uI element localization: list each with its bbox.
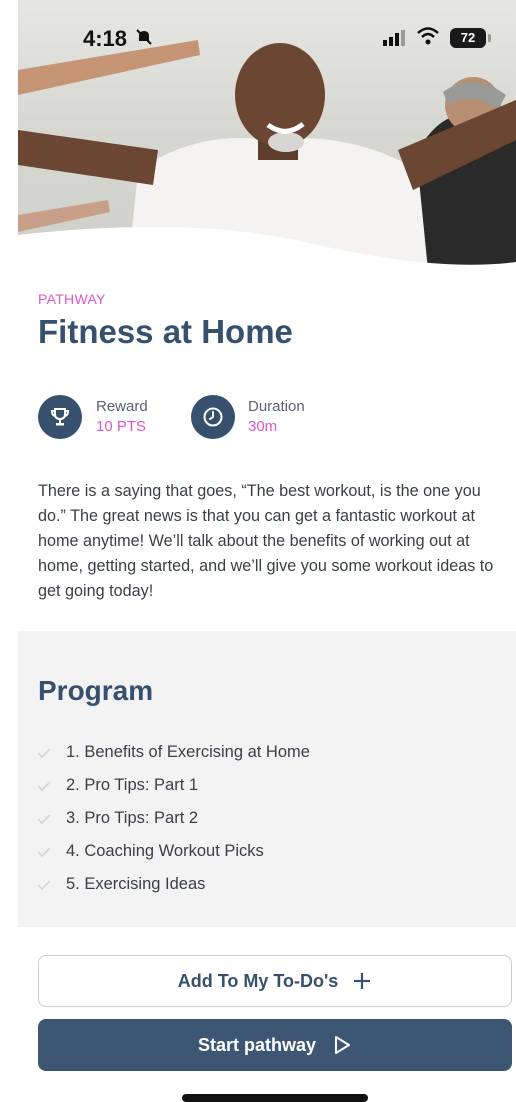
signal-icon: [383, 30, 405, 46]
duration-value: 30m: [248, 418, 278, 435]
add-to-todo-label: Add To My To-Do's: [177, 970, 339, 991]
program-item[interactable]: 1. Benefits of Exercising at Home: [36, 736, 310, 769]
check-icon: [37, 879, 51, 890]
duration-label: Duration: [248, 398, 305, 415]
check-icon: [37, 813, 51, 824]
check-icon: [37, 846, 51, 857]
program-item[interactable]: 2. Pro Tips: Part 1: [36, 769, 310, 802]
battery-tip: [488, 34, 491, 42]
clock-icon: [203, 407, 223, 427]
start-pathway-button[interactable]: Start pathway: [38, 1019, 512, 1071]
program-item-label: 3. Pro Tips: Part 2: [66, 809, 199, 827]
wifi-icon: [417, 27, 439, 45]
program-section: Program 1. Benefits of Exercising at Hom…: [18, 631, 516, 927]
page-title: Fitness at Home: [38, 313, 293, 350]
add-to-todo-button[interactable]: Add To My To-Do's: [38, 955, 512, 1007]
trophy-icon: [50, 408, 70, 426]
plus-icon: [354, 973, 371, 989]
bell-slash-icon: [136, 29, 152, 45]
program-item[interactable]: 4. Coaching Workout Picks: [36, 835, 310, 868]
start-pathway-label: Start pathway: [197, 1034, 317, 1055]
battery-indicator: 72: [450, 28, 486, 48]
program-item-label: 4. Coaching Workout Picks: [66, 842, 264, 860]
program-title: Program: [38, 675, 154, 706]
section-label: PATHWAY: [38, 291, 106, 307]
play-icon: [335, 1036, 351, 1054]
reward-value: 10 PTS: [96, 418, 147, 435]
program-item-label: 1. Benefits of Exercising at Home: [66, 743, 310, 761]
check-icon: [37, 780, 51, 791]
program-item[interactable]: 3. Pro Tips: Part 2: [36, 802, 310, 835]
program-item[interactable]: 5. Exercising Ideas: [36, 868, 310, 901]
reward-badge: [38, 395, 82, 439]
pathway-description: There is a saying that goes, “The best w…: [38, 482, 494, 600]
status-time: 4:18: [83, 26, 128, 51]
hero-image: 4:18 72: [18, 0, 516, 270]
status-bar: 4:18 72: [18, 0, 516, 78]
home-indicator[interactable]: [182, 1094, 368, 1102]
program-item-label: 5. Exercising Ideas: [66, 875, 206, 893]
program-list: 1. Benefits of Exercising at Home 2. Pro…: [36, 736, 310, 901]
reward-label: Reward: [96, 398, 148, 415]
duration-badge: [191, 395, 235, 439]
program-item-label: 2. Pro Tips: Part 1: [66, 776, 199, 794]
check-icon: [37, 747, 51, 758]
